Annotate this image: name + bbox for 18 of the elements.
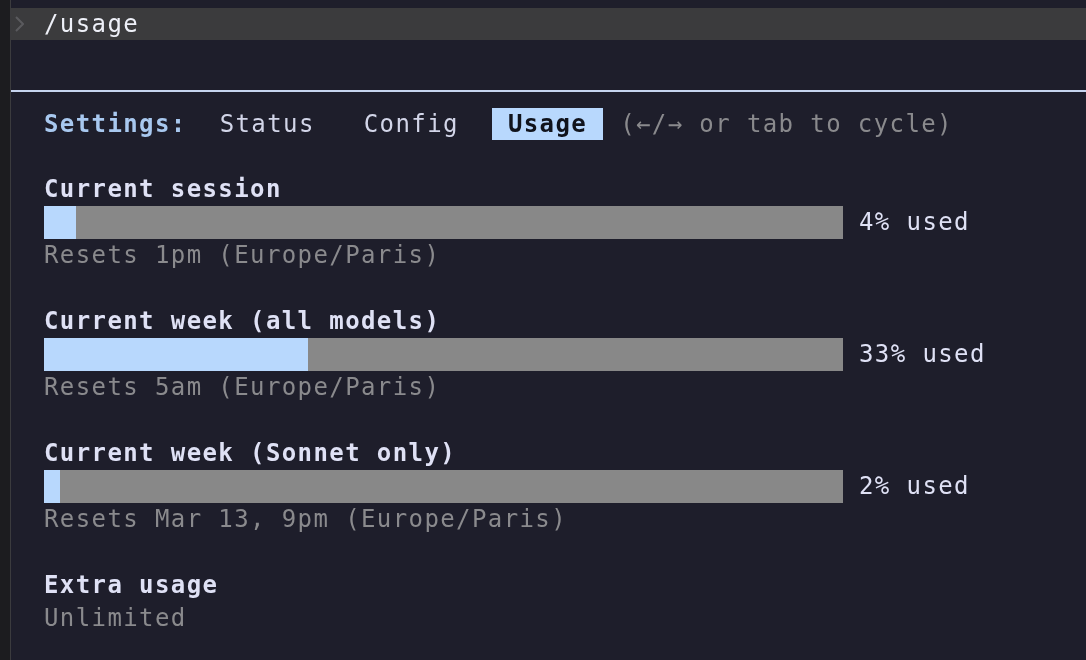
tab-hint-text: (←/→ or tab to cycle): [620, 109, 953, 140]
section-title: Current week (all models): [44, 306, 442, 337]
section-title: Current session: [44, 174, 283, 205]
usage-reading: 4% used: [859, 207, 970, 238]
reset-time-text: Resets 5am (Europe/Paris): [44, 372, 442, 403]
settings-tab[interactable]: Config: [347, 108, 475, 140]
section-title: Extra usage: [44, 570, 220, 601]
chevron-icon: [15, 16, 24, 32]
section-title: Current week (Sonnet only): [44, 438, 458, 469]
settings-tab[interactable]: Usage: [491, 108, 604, 140]
reset-time-text: Resets 1pm (Europe/Paris): [44, 240, 442, 271]
settings-tab[interactable]: Status: [203, 108, 331, 140]
usage-reading: 33% used: [859, 339, 986, 370]
command-text: /usage: [44, 9, 140, 40]
reset-time-text: Resets Mar 13, 9pm (Europe/Paris): [44, 504, 569, 535]
settings-label: Settings:: [44, 109, 187, 140]
usage-reading: 2% used: [859, 471, 970, 502]
extra-usage-value: Unlimited: [44, 603, 188, 634]
